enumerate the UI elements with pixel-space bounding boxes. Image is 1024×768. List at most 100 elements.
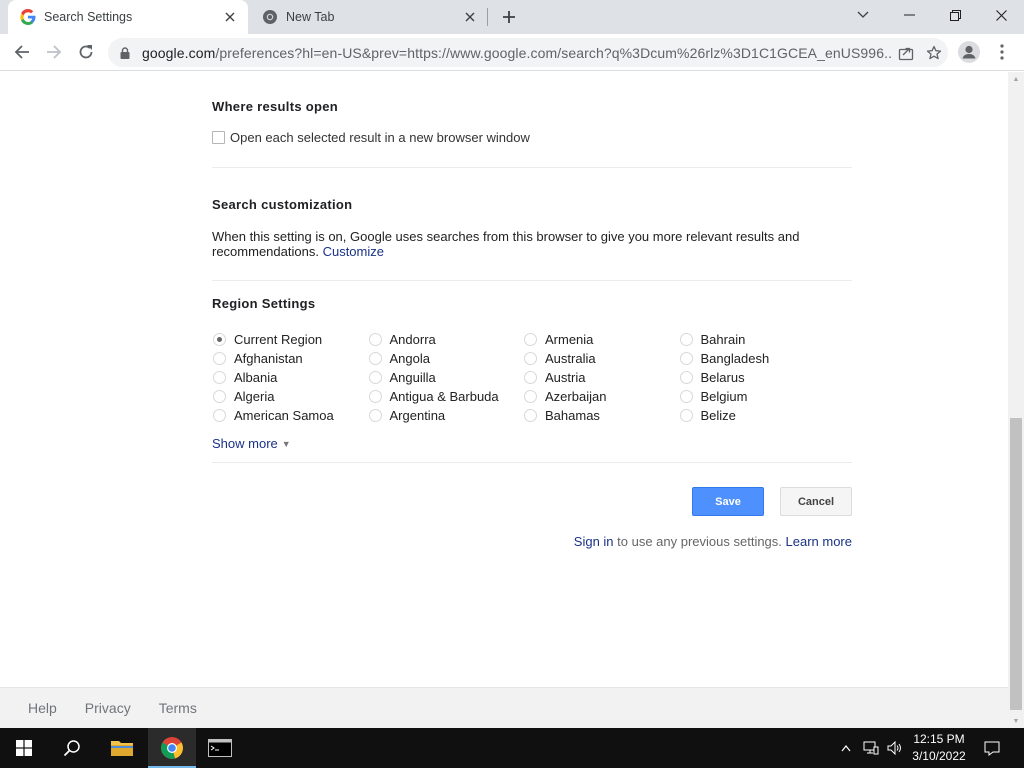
region-option-label[interactable]: Algeria xyxy=(234,389,274,404)
taskbar-search-button[interactable] xyxy=(48,728,96,768)
region-option-label[interactable]: Austria xyxy=(545,370,585,385)
region-option-label[interactable]: Anguilla xyxy=(390,370,436,385)
profile-avatar-icon[interactable] xyxy=(956,39,982,65)
taskbar-clock[interactable]: 12:15 PM 3/10/2022 xyxy=(906,731,972,765)
region-radio[interactable] xyxy=(524,333,537,346)
region-option[interactable]: Bahrain xyxy=(679,330,835,349)
region-radio[interactable] xyxy=(213,409,226,422)
region-radio[interactable] xyxy=(213,371,226,384)
region-option-label[interactable]: Albania xyxy=(234,370,277,385)
close-window-button[interactable] xyxy=(978,0,1024,30)
cancel-button[interactable]: Cancel xyxy=(780,487,852,516)
region-radio[interactable] xyxy=(368,333,382,346)
region-option[interactable]: Australia xyxy=(523,349,679,368)
learn-more-link[interactable]: Learn more xyxy=(786,534,852,549)
region-option-label[interactable]: Current Region xyxy=(234,332,322,347)
terminal-taskbar-button[interactable] xyxy=(196,728,244,768)
sign-in-link[interactable]: Sign in xyxy=(574,534,614,549)
region-radio[interactable] xyxy=(679,352,693,365)
region-option-label[interactable]: American Samoa xyxy=(234,408,334,423)
region-radio[interactable] xyxy=(524,371,537,384)
region-radio[interactable] xyxy=(524,390,537,403)
restore-button[interactable] xyxy=(932,0,978,30)
show-hidden-icons-button[interactable] xyxy=(836,728,856,768)
region-option-label[interactable]: Bahrain xyxy=(701,332,746,347)
tab-search-settings[interactable]: Search Settings xyxy=(8,0,248,34)
show-more-link[interactable]: Show more ▼ xyxy=(212,436,291,451)
region-option[interactable]: Antigua & Barbuda xyxy=(368,387,524,406)
open-new-window-label[interactable]: Open each selected result in a new brows… xyxy=(230,130,530,145)
region-option[interactable]: Bangladesh xyxy=(679,349,835,368)
footer-terms-link[interactable]: Terms xyxy=(159,700,197,716)
region-radio[interactable] xyxy=(679,371,693,384)
region-radio[interactable] xyxy=(368,371,382,384)
region-option-label[interactable]: Armenia xyxy=(545,332,593,347)
open-new-window-checkbox[interactable] xyxy=(212,131,225,144)
start-button[interactable] xyxy=(0,728,48,768)
show-more-label[interactable]: Show more xyxy=(212,436,278,451)
network-icon[interactable] xyxy=(860,728,882,768)
region-option[interactable]: Belize xyxy=(679,406,835,425)
scroll-down-arrow-icon[interactable]: ▼ xyxy=(1008,714,1024,728)
chrome-menu-button[interactable] xyxy=(990,38,1014,66)
forward-button[interactable] xyxy=(40,38,68,66)
region-radio[interactable] xyxy=(368,390,382,403)
region-option-label[interactable]: Belize xyxy=(701,408,736,423)
region-option-label[interactable]: Belarus xyxy=(701,370,745,385)
lock-icon[interactable] xyxy=(118,46,132,60)
region-option[interactable]: Angola xyxy=(368,349,524,368)
region-option-label[interactable]: Belgium xyxy=(701,389,748,404)
customize-link[interactable]: Customize xyxy=(323,244,384,259)
region-radio[interactable] xyxy=(679,333,693,346)
region-option[interactable]: Algeria xyxy=(212,387,368,406)
file-explorer-button[interactable] xyxy=(98,728,146,768)
region-option-label[interactable]: Bahamas xyxy=(545,408,600,423)
url-text[interactable]: google.com/preferences?hl=en-US&prev=htt… xyxy=(142,45,892,61)
region-option[interactable]: Azerbaijan xyxy=(523,387,679,406)
region-radio[interactable] xyxy=(524,409,537,422)
region-option-label[interactable]: Bangladesh xyxy=(701,351,770,366)
close-tab-icon[interactable] xyxy=(460,7,480,27)
action-center-button[interactable] xyxy=(978,728,1006,768)
region-radio[interactable] xyxy=(368,409,382,422)
region-option[interactable]: Belarus xyxy=(679,368,835,387)
region-option[interactable]: Anguilla xyxy=(368,368,524,387)
region-option-label[interactable]: Australia xyxy=(545,351,596,366)
minimize-button[interactable] xyxy=(886,0,932,30)
close-tab-icon[interactable] xyxy=(220,7,240,27)
region-option[interactable]: Argentina xyxy=(368,406,524,425)
region-option[interactable]: Austria xyxy=(523,368,679,387)
region-option-label[interactable]: Antigua & Barbuda xyxy=(390,389,499,404)
region-option[interactable]: Andorra xyxy=(368,330,524,349)
region-option[interactable]: Current Region xyxy=(212,330,368,349)
bookmark-star-icon[interactable] xyxy=(920,39,948,67)
region-radio[interactable] xyxy=(679,409,693,422)
region-option[interactable]: Afghanistan xyxy=(212,349,368,368)
region-radio[interactable] xyxy=(213,390,226,403)
tab-new-tab[interactable]: New Tab xyxy=(250,0,488,34)
share-icon[interactable] xyxy=(892,39,920,67)
save-button[interactable]: Save xyxy=(692,487,764,516)
region-radio[interactable] xyxy=(679,390,693,403)
region-option-label[interactable]: Argentina xyxy=(390,408,446,423)
reload-button[interactable] xyxy=(72,38,100,66)
region-option-label[interactable]: Andorra xyxy=(390,332,436,347)
footer-help-link[interactable]: Help xyxy=(28,700,57,716)
region-radio[interactable] xyxy=(213,352,226,365)
tab-search-button[interactable] xyxy=(840,0,886,30)
region-radio[interactable] xyxy=(213,333,226,346)
chrome-taskbar-button[interactable] xyxy=(148,728,196,768)
region-option[interactable]: Armenia xyxy=(523,330,679,349)
new-tab-button[interactable] xyxy=(496,5,522,29)
back-button[interactable] xyxy=(8,38,36,66)
footer-privacy-link[interactable]: Privacy xyxy=(85,700,131,716)
region-option[interactable]: American Samoa xyxy=(212,406,368,425)
region-option-label[interactable]: Azerbaijan xyxy=(545,389,606,404)
region-option-label[interactable]: Angola xyxy=(390,351,430,366)
volume-icon[interactable] xyxy=(884,728,906,768)
region-option-label[interactable]: Afghanistan xyxy=(234,351,303,366)
region-radio[interactable] xyxy=(524,352,537,365)
page-scrollbar[interactable]: ▲ ▼ xyxy=(1008,72,1024,728)
scroll-up-arrow-icon[interactable]: ▲ xyxy=(1008,72,1024,86)
region-radio[interactable] xyxy=(368,352,382,365)
